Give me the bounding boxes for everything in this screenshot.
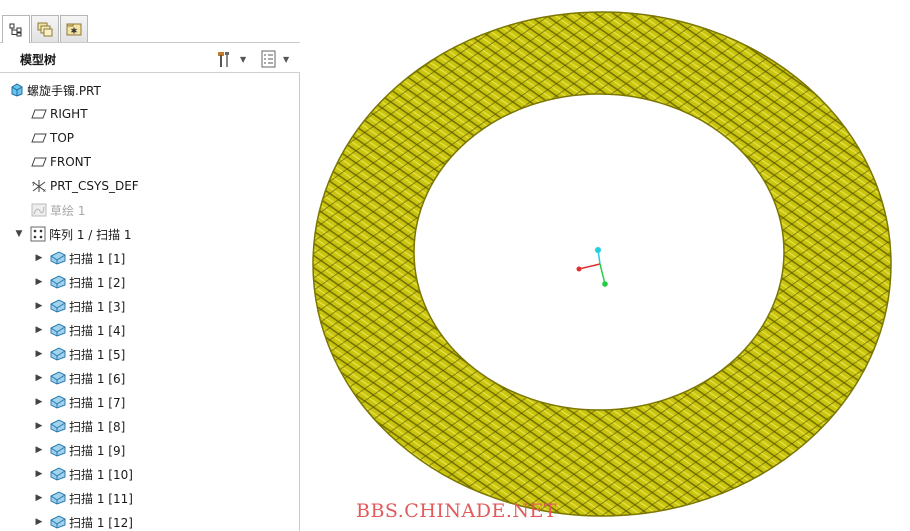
tree-item-label: TOP <box>50 131 75 145</box>
chevron-right-icon[interactable]: ▶ <box>34 421 44 431</box>
svg-text:x: x <box>43 188 46 194</box>
chevron-right-icon[interactable]: ▶ <box>34 277 44 287</box>
svg-text:✱: ✱ <box>71 27 78 36</box>
model-tree-panel: ✱ 模型树 ▼ ▼ 螺旋手镯.PRT RIGHT TOP FRONT y x P… <box>0 0 300 531</box>
favorites-tab[interactable]: ✱ <box>60 15 88 42</box>
chevron-right-icon[interactable]: ▶ <box>34 301 44 311</box>
chevron-down-icon: ▼ <box>240 54 247 64</box>
datum-plane-icon <box>31 109 47 119</box>
model-tree-title: 模型树 <box>20 53 57 67</box>
tree-item-label: FRONT <box>50 155 91 169</box>
chevron-down-icon: ▼ <box>283 54 290 64</box>
sweep-icon <box>50 395 66 409</box>
chevron-right-icon[interactable]: ▶ <box>34 349 44 359</box>
chevron-right-icon[interactable]: ▶ <box>34 493 44 503</box>
folder-browser-icon <box>37 22 53 37</box>
tree-item-sweep[interactable]: ▶ 扫描 1 [9] <box>34 438 125 462</box>
tree-item-label: 螺旋手镯.PRT <box>27 83 101 98</box>
tree-item-pattern[interactable]: ▼ 阵列 1 / 扫描 1 <box>14 222 132 246</box>
chevron-right-icon[interactable]: ▶ <box>34 517 44 527</box>
tree-item-sweep[interactable]: ▶ 扫描 1 [11] <box>34 486 133 510</box>
tree-item-label: 阵列 1 / 扫描 1 <box>49 227 132 242</box>
pattern-icon <box>30 226 46 242</box>
helix-bracelet-model[interactable] <box>301 0 910 531</box>
tree-item-label: 扫描 1 [8] <box>69 419 126 434</box>
tree-item-label: 扫描 1 [11] <box>69 491 133 506</box>
tree-item-label: 扫描 1 [2] <box>69 275 126 290</box>
model-tree-header: 模型树 ▼ ▼ <box>0 43 300 73</box>
tree-item-sweep[interactable]: ▶ 扫描 1 [5] <box>34 342 125 366</box>
sketch-icon <box>31 203 47 217</box>
tree-item-sweep[interactable]: ▶ 扫描 1 [6] <box>34 366 125 390</box>
tree-item-label: 扫描 1 [6] <box>69 371 126 386</box>
navigator-tab-strip: ✱ <box>0 0 300 43</box>
favorites-icon: ✱ <box>66 23 82 36</box>
tree-item-label: 扫描 1 [5] <box>69 347 126 362</box>
sweep-icon <box>50 251 66 265</box>
svg-text:y: y <box>32 181 35 187</box>
tree-item-sweep[interactable]: ▶ 扫描 1 [3] <box>34 294 125 318</box>
sweep-icon <box>50 323 66 337</box>
tools-icon <box>218 52 229 67</box>
tree-item-label: 草绘 1 <box>50 203 86 218</box>
sweep-icon <box>50 419 66 433</box>
model-tree-icon <box>9 23 22 36</box>
tree-item-label: PRT_CSYS_DEF <box>50 179 139 193</box>
folder-browser-tab[interactable] <box>31 15 59 42</box>
chevron-down-icon[interactable]: ▼ <box>14 229 24 239</box>
chevron-right-icon[interactable]: ▶ <box>34 469 44 479</box>
tree-settings-button[interactable]: ▼ <box>216 48 254 70</box>
tree-item-csys[interactable]: y x PRT_CSYS_DEF <box>31 174 139 198</box>
sweep-icon <box>50 515 66 529</box>
sweep-icon <box>50 467 66 481</box>
sweep-icon <box>50 371 66 385</box>
tree-item-sweep[interactable]: ▶ 扫描 1 [8] <box>34 414 125 438</box>
tree-item-sweep[interactable]: ▶ 扫描 1 [12] <box>34 510 133 531</box>
sweep-icon <box>50 347 66 361</box>
tree-item-root-part[interactable]: 螺旋手镯.PRT <box>10 78 101 102</box>
tree-item-right-plane[interactable]: RIGHT <box>31 102 88 126</box>
tree-item-label: 扫描 1 [10] <box>69 467 133 482</box>
tree-item-front-plane[interactable]: FRONT <box>31 150 91 174</box>
datum-plane-icon <box>31 133 47 143</box>
chevron-right-icon[interactable]: ▶ <box>34 253 44 263</box>
chevron-right-icon[interactable]: ▶ <box>34 373 44 383</box>
tree-item-label: 扫描 1 [4] <box>69 323 126 338</box>
tree-item-sketch[interactable]: 草绘 1 <box>31 198 85 222</box>
watermark-text: BBS.CHINADE.NET <box>356 500 558 522</box>
tree-columns-button[interactable]: ▼ <box>261 48 297 70</box>
tree-item-label: 扫描 1 [9] <box>69 443 126 458</box>
tree-item-label: RIGHT <box>50 107 88 121</box>
tree-item-sweep[interactable]: ▶ 扫描 1 [1] <box>34 246 125 270</box>
tree-item-sweep[interactable]: ▶ 扫描 1 [10] <box>34 462 133 486</box>
chevron-right-icon[interactable]: ▶ <box>34 445 44 455</box>
chevron-right-icon[interactable]: ▶ <box>34 325 44 335</box>
sweep-icon <box>50 275 66 289</box>
tree-item-label: 扫描 1 [3] <box>69 299 126 314</box>
datum-plane-icon <box>31 157 47 167</box>
tree-item-label: 扫描 1 [1] <box>69 251 126 266</box>
list-icon <box>261 50 276 68</box>
sweep-icon <box>50 491 66 505</box>
tree-item-top-plane[interactable]: TOP <box>31 126 74 150</box>
tree-item-label: 扫描 1 [12] <box>69 515 133 530</box>
bracelet-ring <box>301 0 910 531</box>
model-tree-tab[interactable] <box>2 15 30 43</box>
tree-item-sweep[interactable]: ▶ 扫描 1 [2] <box>34 270 125 294</box>
sweep-icon <box>50 443 66 457</box>
tree-item-sweep[interactable]: ▶ 扫描 1 [4] <box>34 318 125 342</box>
coordinate-system-icon: y x <box>32 180 46 194</box>
part-icon <box>11 83 23 97</box>
chevron-right-icon[interactable]: ▶ <box>34 397 44 407</box>
tree-item-label: 扫描 1 [7] <box>69 395 126 410</box>
tree-item-sweep[interactable]: ▶ 扫描 1 [7] <box>34 390 125 414</box>
graphics-viewport[interactable] <box>301 0 910 531</box>
sweep-icon <box>50 299 66 313</box>
